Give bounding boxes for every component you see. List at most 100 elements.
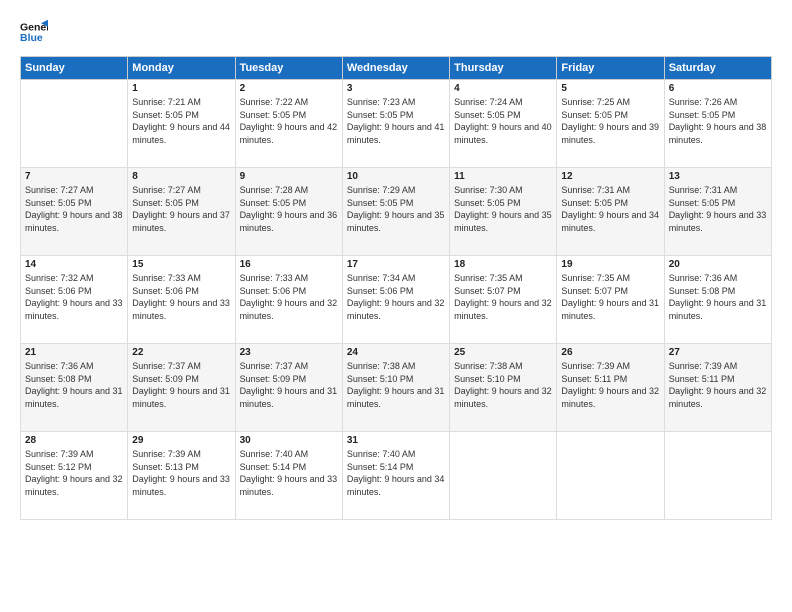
weekday-header: Tuesday — [235, 57, 342, 80]
day-number: 3 — [347, 83, 445, 94]
day-number: 16 — [240, 259, 338, 270]
header: General Blue — [20, 18, 772, 46]
weekday-header: Thursday — [450, 57, 557, 80]
cell-info: Sunrise: 7:23 AMSunset: 5:05 PMDaylight:… — [347, 96, 445, 146]
calendar-cell — [664, 432, 771, 520]
calendar-cell: 13 Sunrise: 7:31 AMSunset: 5:05 PMDayligh… — [664, 168, 771, 256]
cell-info: Sunrise: 7:36 AMSunset: 5:08 PMDaylight:… — [25, 360, 123, 410]
calendar-header-row: SundayMondayTuesdayWednesdayThursdayFrid… — [21, 57, 772, 80]
day-number: 30 — [240, 435, 338, 446]
calendar-cell: 31 Sunrise: 7:40 AMSunset: 5:14 PMDayligh… — [342, 432, 449, 520]
cell-info: Sunrise: 7:36 AMSunset: 5:08 PMDaylight:… — [669, 272, 767, 322]
cell-info: Sunrise: 7:37 AMSunset: 5:09 PMDaylight:… — [240, 360, 338, 410]
day-number: 17 — [347, 259, 445, 270]
cell-info: Sunrise: 7:35 AMSunset: 5:07 PMDaylight:… — [561, 272, 659, 322]
cell-info: Sunrise: 7:33 AMSunset: 5:06 PMDaylight:… — [132, 272, 230, 322]
calendar-cell: 14Sunrise: 7:32 AMSunset: 5:06 PMDayligh… — [21, 256, 128, 344]
cell-info: Sunrise: 7:40 AMSunset: 5:14 PMDaylight:… — [240, 448, 338, 498]
weekday-header: Sunday — [21, 57, 128, 80]
cell-info: Sunrise: 7:38 AMSunset: 5:10 PMDaylight:… — [454, 360, 552, 410]
cell-info: Sunrise: 7:38 AMSunset: 5:10 PMDaylight:… — [347, 360, 445, 410]
cell-info: Sunrise: 7:39 AMSunset: 5:12 PMDaylight:… — [25, 448, 123, 498]
cell-info: Sunrise: 7:28 AMSunset: 5:05 PMDaylight:… — [240, 184, 338, 234]
day-number: 1 — [132, 83, 230, 94]
calendar-cell: 20 Sunrise: 7:36 AMSunset: 5:08 PMDayligh… — [664, 256, 771, 344]
calendar-week-row: 14Sunrise: 7:32 AMSunset: 5:06 PMDayligh… — [21, 256, 772, 344]
cell-info: Sunrise: 7:34 AMSunset: 5:06 PMDaylight:… — [347, 272, 445, 322]
calendar-cell: 10Sunrise: 7:29 AMSunset: 5:05 PMDayligh… — [342, 168, 449, 256]
cell-info: Sunrise: 7:24 AMSunset: 5:05 PMDaylight:… — [454, 96, 552, 146]
calendar-week-row: 28Sunrise: 7:39 AMSunset: 5:12 PMDayligh… — [21, 432, 772, 520]
day-number: 23 — [240, 347, 338, 358]
calendar-cell: 5 Sunrise: 7:25 AMSunset: 5:05 PMDaylight… — [557, 80, 664, 168]
day-number: 27 — [669, 347, 767, 358]
calendar-cell — [450, 432, 557, 520]
day-number: 29 — [132, 435, 230, 446]
calendar-week-row: 21 Sunrise: 7:36 AMSunset: 5:08 PMDayligh… — [21, 344, 772, 432]
cell-info: Sunrise: 7:30 AMSunset: 5:05 PMDaylight:… — [454, 184, 552, 234]
cell-info: Sunrise: 7:32 AMSunset: 5:06 PMDaylight:… — [25, 272, 123, 322]
day-number: 19 — [561, 259, 659, 270]
day-number: 12 — [561, 171, 659, 182]
weekday-header: Wednesday — [342, 57, 449, 80]
cell-info: Sunrise: 7:35 AMSunset: 5:07 PMDaylight:… — [454, 272, 552, 322]
day-number: 9 — [240, 171, 338, 182]
calendar-cell: 21 Sunrise: 7:36 AMSunset: 5:08 PMDayligh… — [21, 344, 128, 432]
day-number: 24 — [347, 347, 445, 358]
day-number: 26 — [561, 347, 659, 358]
cell-info: Sunrise: 7:39 AMSunset: 5:13 PMDaylight:… — [132, 448, 230, 498]
calendar-cell: 16 Sunrise: 7:33 AMSunset: 5:06 PMDayligh… — [235, 256, 342, 344]
calendar-cell: 25Sunrise: 7:38 AMSunset: 5:10 PMDayligh… — [450, 344, 557, 432]
calendar-cell: 15 Sunrise: 7:33 AMSunset: 5:06 PMDayligh… — [128, 256, 235, 344]
day-number: 6 — [669, 83, 767, 94]
calendar-cell: 27 Sunrise: 7:39 AMSunset: 5:11 PMDayligh… — [664, 344, 771, 432]
cell-info: Sunrise: 7:27 AMSunset: 5:05 PMDaylight:… — [25, 184, 123, 234]
calendar-cell: 18 Sunrise: 7:35 AMSunset: 5:07 PMDayligh… — [450, 256, 557, 344]
day-number: 21 — [25, 347, 123, 358]
cell-info: Sunrise: 7:37 AMSunset: 5:09 PMDaylight:… — [132, 360, 230, 410]
cell-info: Sunrise: 7:22 AMSunset: 5:05 PMDaylight:… — [240, 96, 338, 146]
cell-info: Sunrise: 7:39 AMSunset: 5:11 PMDaylight:… — [669, 360, 767, 410]
calendar-cell: 22 Sunrise: 7:37 AMSunset: 5:09 PMDayligh… — [128, 344, 235, 432]
day-number: 20 — [669, 259, 767, 270]
calendar-cell: 12Sunrise: 7:31 AMSunset: 5:05 PMDayligh… — [557, 168, 664, 256]
day-number: 5 — [561, 83, 659, 94]
day-number: 18 — [454, 259, 552, 270]
calendar-cell: 17 Sunrise: 7:34 AMSunset: 5:06 PMDayligh… — [342, 256, 449, 344]
weekday-header: Friday — [557, 57, 664, 80]
cell-info: Sunrise: 7:33 AMSunset: 5:06 PMDaylight:… — [240, 272, 338, 322]
weekday-header: Saturday — [664, 57, 771, 80]
cell-info: Sunrise: 7:31 AMSunset: 5:05 PMDaylight:… — [669, 184, 767, 234]
calendar-cell: 26Sunrise: 7:39 AMSunset: 5:11 PMDayligh… — [557, 344, 664, 432]
logo: General Blue — [20, 18, 48, 46]
svg-text:Blue: Blue — [20, 32, 43, 44]
calendar-cell — [21, 80, 128, 168]
calendar-cell: 3 Sunrise: 7:23 AMSunset: 5:05 PMDaylight… — [342, 80, 449, 168]
cell-info: Sunrise: 7:27 AMSunset: 5:05 PMDaylight:… — [132, 184, 230, 234]
calendar-cell: 2 Sunrise: 7:22 AMSunset: 5:05 PMDaylight… — [235, 80, 342, 168]
cell-info: Sunrise: 7:25 AMSunset: 5:05 PMDaylight:… — [561, 96, 659, 146]
calendar-cell — [557, 432, 664, 520]
calendar-cell: 23 Sunrise: 7:37 AMSunset: 5:09 PMDayligh… — [235, 344, 342, 432]
cell-info: Sunrise: 7:26 AMSunset: 5:05 PMDaylight:… — [669, 96, 767, 146]
calendar-cell: 9 Sunrise: 7:28 AMSunset: 5:05 PMDaylight… — [235, 168, 342, 256]
day-number: 22 — [132, 347, 230, 358]
day-number: 13 — [669, 171, 767, 182]
cell-info: Sunrise: 7:40 AMSunset: 5:14 PMDaylight:… — [347, 448, 445, 498]
calendar-cell: 6 Sunrise: 7:26 AMSunset: 5:05 PMDaylight… — [664, 80, 771, 168]
day-number: 4 — [454, 83, 552, 94]
day-number: 2 — [240, 83, 338, 94]
day-number: 10 — [347, 171, 445, 182]
calendar-cell: 19 Sunrise: 7:35 AMSunset: 5:07 PMDayligh… — [557, 256, 664, 344]
calendar-body: 1 Sunrise: 7:21 AMSunset: 5:05 PMDaylight… — [21, 80, 772, 520]
weekday-header: Monday — [128, 57, 235, 80]
day-number: 8 — [132, 171, 230, 182]
day-number: 31 — [347, 435, 445, 446]
calendar-cell: 29 Sunrise: 7:39 AMSunset: 5:13 PMDayligh… — [128, 432, 235, 520]
calendar-cell: 11Sunrise: 7:30 AMSunset: 5:05 PMDayligh… — [450, 168, 557, 256]
calendar-cell: 28Sunrise: 7:39 AMSunset: 5:12 PMDayligh… — [21, 432, 128, 520]
calendar-cell: 4 Sunrise: 7:24 AMSunset: 5:05 PMDaylight… — [450, 80, 557, 168]
day-number: 15 — [132, 259, 230, 270]
calendar-page: General Blue SundayMondayTuesdayWednesda… — [0, 0, 792, 612]
cell-info: Sunrise: 7:21 AMSunset: 5:05 PMDaylight:… — [132, 96, 230, 146]
